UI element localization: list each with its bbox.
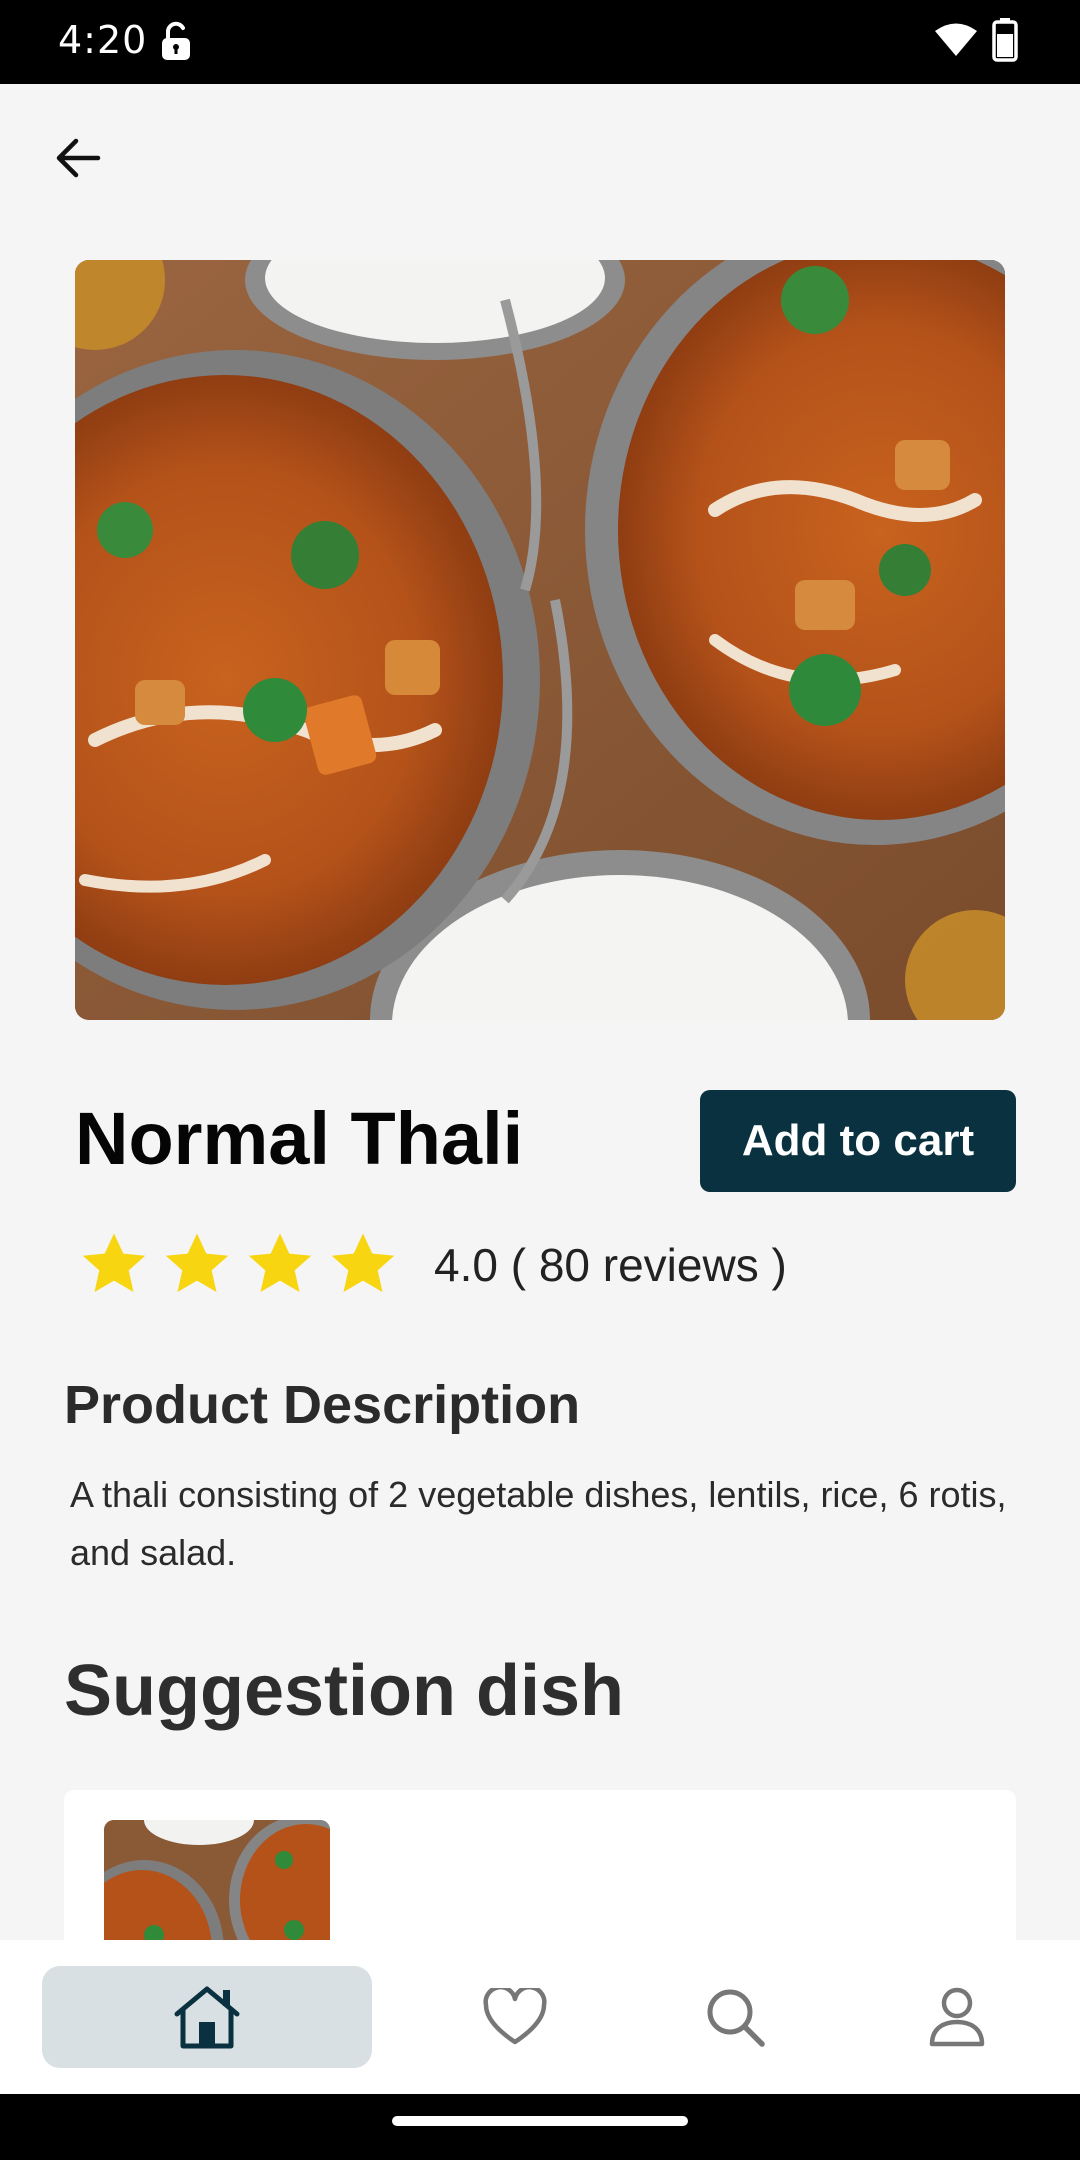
nav-search[interactable] bbox=[670, 1966, 800, 2068]
product-title: Normal Thali bbox=[75, 1097, 524, 1180]
add-to-cart-button[interactable]: Add to cart bbox=[700, 1090, 1016, 1192]
rating-text: 4.0 ( 80 reviews ) bbox=[434, 1239, 787, 1291]
status-bar: 4:20 bbox=[0, 0, 1080, 84]
search-icon bbox=[707, 1989, 765, 2047]
system-nav-bar bbox=[0, 2094, 1080, 2160]
home-icon bbox=[174, 1986, 240, 2049]
suggestion-heading: Suggestion dish bbox=[64, 1651, 625, 1731]
star-icon bbox=[248, 1233, 312, 1292]
description-text: A thali consisting of 2 vegetable dishes… bbox=[70, 1474, 1007, 1573]
star-icon bbox=[165, 1233, 229, 1292]
star-icon bbox=[82, 1233, 146, 1292]
description-heading: Product Description bbox=[64, 1375, 581, 1435]
rating-row: 4.0 ( 80 reviews ) bbox=[78, 1222, 787, 1308]
nav-favorites[interactable] bbox=[450, 1966, 580, 2068]
star-icon bbox=[331, 1233, 395, 1292]
status-time: 4:20 bbox=[58, 18, 148, 62]
home-indicator[interactable] bbox=[392, 2116, 688, 2126]
wifi-icon bbox=[935, 23, 977, 56]
profile-icon bbox=[929, 1987, 985, 2047]
nav-profile[interactable] bbox=[892, 1966, 1022, 2068]
product-image bbox=[75, 260, 1005, 1020]
lock-open-icon bbox=[162, 21, 190, 60]
arrow-left-icon bbox=[56, 138, 101, 178]
battery-icon bbox=[992, 18, 1018, 62]
back-button[interactable] bbox=[40, 120, 116, 196]
nav-home[interactable] bbox=[42, 1966, 372, 2068]
bottom-nav bbox=[0, 1940, 1080, 2094]
heart-icon bbox=[483, 1988, 547, 2045]
